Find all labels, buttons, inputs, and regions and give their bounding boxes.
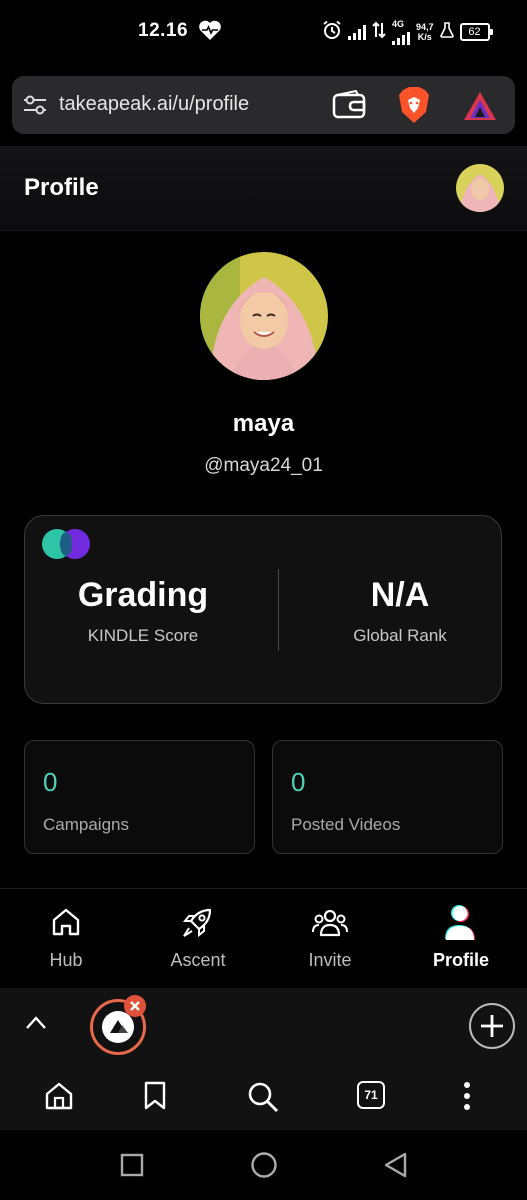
browser-home-icon[interactable] xyxy=(44,1081,74,1116)
campaigns-card[interactable]: 0 Campaigns xyxy=(24,740,255,854)
posted-videos-label: Posted Videos xyxy=(291,815,401,834)
user-icon xyxy=(444,904,478,947)
brave-rewards-icon[interactable] xyxy=(462,90,498,127)
nav-label-invite: Invite xyxy=(308,950,352,970)
bookmark-icon[interactable] xyxy=(143,1081,167,1116)
nav-item-hub[interactable]: Hub xyxy=(0,900,132,980)
profile-avatar[interactable] xyxy=(200,252,328,380)
new-tab-plus-icon[interactable] xyxy=(468,1002,516,1055)
nav-item-invite[interactable]: Invite xyxy=(264,900,396,980)
kindle-score-label: KINDLE Score xyxy=(87,626,199,645)
more-menu-icon[interactable] xyxy=(462,1081,472,1116)
close-tab-icon[interactable] xyxy=(124,995,146,1017)
wallet-icon[interactable] xyxy=(332,89,366,125)
alarm-icon xyxy=(322,20,342,45)
page-title: Profile xyxy=(24,174,99,201)
home-icon xyxy=(50,906,82,943)
browser-url-bar[interactable]: takeapeak.ai/u/profile xyxy=(12,76,515,134)
profile-name: maya xyxy=(232,410,295,437)
profile-handle: @maya24_01 xyxy=(204,455,323,476)
kindle-score-value: Grading xyxy=(77,576,209,614)
signal-icon-2 xyxy=(392,29,410,45)
battery-icon: 62 xyxy=(459,23,493,41)
nav-label-profile: Profile xyxy=(432,950,489,970)
header-avatar[interactable] xyxy=(456,164,504,212)
kindle-logo-icon xyxy=(42,529,98,561)
campaigns-label: Campaigns xyxy=(43,815,129,834)
global-rank-label: Global Rank xyxy=(353,626,447,645)
home-circle-icon[interactable] xyxy=(250,1151,278,1184)
data-transfer-icon xyxy=(372,21,386,44)
back-triangle-icon[interactable] xyxy=(383,1151,409,1184)
score-divider xyxy=(278,569,279,651)
posted-videos-count: 0 xyxy=(291,767,306,797)
search-icon[interactable] xyxy=(246,1080,280,1119)
site-settings-icon[interactable] xyxy=(22,93,48,122)
rocket-icon xyxy=(180,906,214,945)
status-bar: 12.16 4G 94,7 K/s 62 xyxy=(0,0,527,64)
posted-videos-card[interactable]: 0 Posted Videos xyxy=(272,740,503,854)
users-icon xyxy=(312,908,348,943)
nav-divider xyxy=(0,888,527,889)
url-text[interactable]: takeapeak.ai/u/profile xyxy=(59,93,249,116)
chevron-up-icon[interactable] xyxy=(24,1013,48,1036)
recents-square-icon[interactable] xyxy=(120,1153,144,1182)
page-header: Profile xyxy=(0,146,527,231)
speed-value: 94,7 xyxy=(416,22,434,32)
network-type: 4G xyxy=(392,19,405,29)
campaigns-count: 0 xyxy=(43,767,58,797)
tab-count-button[interactable]: 71 xyxy=(357,1081,385,1109)
global-rank-value: N/A xyxy=(370,576,430,614)
signal-icon xyxy=(348,24,366,40)
health-heart-icon xyxy=(198,19,222,46)
status-time: 12.16 xyxy=(138,20,189,41)
brave-shields-icon[interactable] xyxy=(398,86,430,129)
nav-item-profile[interactable]: Profile xyxy=(395,900,527,980)
flask-icon xyxy=(439,21,454,44)
status-icons: 4G 94,7 K/s 62 xyxy=(322,16,493,48)
nav-label-ascent: Ascent xyxy=(170,950,226,970)
nav-item-ascent[interactable]: Ascent xyxy=(132,900,264,980)
nav-label-hub: Hub xyxy=(49,950,83,970)
speed-unit: K/s xyxy=(417,32,432,42)
